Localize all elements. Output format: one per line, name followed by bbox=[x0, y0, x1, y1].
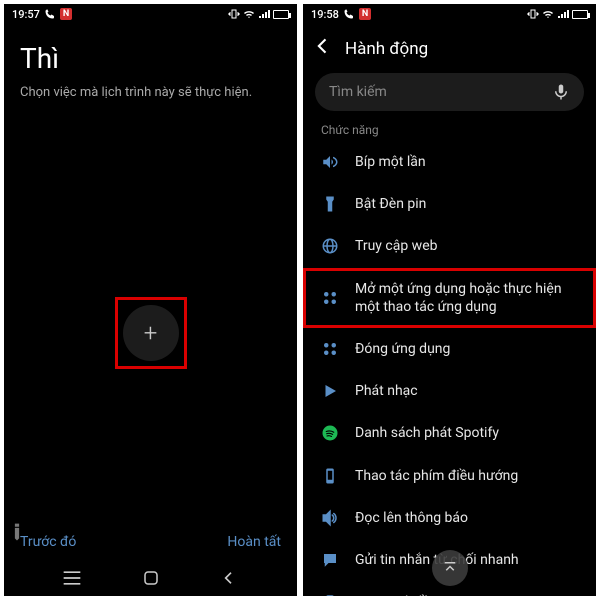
message-icon bbox=[321, 551, 339, 569]
notification-badge: N bbox=[60, 8, 72, 20]
add-action-button[interactable]: + bbox=[123, 305, 179, 361]
notification-badge: N bbox=[359, 8, 371, 20]
action-header: Hành động bbox=[303, 24, 596, 69]
action-item[interactable]: Đọc lên thông báo bbox=[303, 497, 596, 539]
speaker-icon bbox=[321, 153, 339, 171]
action-list: Bíp một lần Bật Đèn pin Truy cập web Mở một… bbox=[303, 141, 596, 596]
page-title: Thì bbox=[20, 42, 281, 75]
apps-icon bbox=[321, 289, 339, 307]
action-label: Bật Đèn pin bbox=[355, 195, 578, 213]
flashlight-icon bbox=[321, 195, 339, 213]
phone-call-icon bbox=[44, 8, 56, 20]
wifi-icon bbox=[243, 8, 255, 20]
action-label: Phát nhạc bbox=[355, 382, 578, 400]
status-bar: 19:57 N bbox=[4, 4, 297, 24]
status-time: 19:57 bbox=[12, 8, 40, 21]
status-bar: 19:58 N bbox=[303, 4, 596, 24]
action-item[interactable]: Bật Đèn pin bbox=[303, 183, 596, 225]
section-label: Chức năng bbox=[303, 117, 596, 141]
status-time: 19:58 bbox=[311, 8, 339, 21]
left-body: + bbox=[4, 108, 297, 524]
back-button[interactable] bbox=[219, 568, 239, 588]
plus-icon: + bbox=[144, 319, 158, 347]
action-item[interactable]: Mở một ứng dụng hoặc thực hiện một thao … bbox=[303, 268, 596, 328]
action-label: Mở một ứng dụng hoặc thực hiện một thao … bbox=[355, 280, 578, 316]
search-placeholder: Tìm kiếm bbox=[329, 84, 387, 100]
recents-button[interactable] bbox=[62, 568, 82, 588]
action-label: Đóng ứng dụng bbox=[355, 340, 578, 358]
globe-icon bbox=[321, 237, 339, 255]
page-subtitle: Chọn việc mà lịch trình này sẽ thực hiện… bbox=[20, 85, 281, 100]
action-item[interactable]: Phát nhạc bbox=[303, 370, 596, 412]
action-label: Truy cập web bbox=[355, 237, 578, 255]
action-label: Đọc lên thông báo bbox=[355, 509, 578, 527]
signal-icon bbox=[258, 8, 270, 20]
battery-icon bbox=[572, 10, 588, 19]
home-button[interactable] bbox=[141, 568, 161, 588]
action-label: Bíp một lần bbox=[355, 153, 578, 171]
done-button[interactable]: Hoàn tất bbox=[227, 534, 281, 550]
search-input[interactable]: Tìm kiếm bbox=[315, 73, 584, 111]
vibrate-status-icon bbox=[527, 8, 539, 20]
wifi-icon bbox=[542, 8, 554, 20]
phone-screen-right: 19:58 N Hành động Tìm kiếm Chức năng Bíp… bbox=[303, 4, 596, 596]
vibrate-icon bbox=[321, 593, 339, 596]
signal-icon bbox=[557, 8, 569, 20]
readaloud-icon bbox=[321, 509, 339, 527]
vibrate-status-icon bbox=[228, 8, 240, 20]
phone-icon bbox=[321, 467, 339, 485]
previous-button[interactable]: Trước đó bbox=[20, 534, 76, 550]
bottom-actions: Trước đó Hoàn tất bbox=[4, 524, 297, 560]
back-icon[interactable] bbox=[313, 36, 333, 61]
action-label: Rung một lần bbox=[355, 593, 578, 596]
android-navbar bbox=[4, 560, 297, 596]
phone-screen-left: 19:57 N Thì Chọn việc mà lịch trình này … bbox=[4, 4, 297, 596]
header-title: Hành động bbox=[345, 39, 428, 59]
action-item[interactable]: Bíp một lần bbox=[303, 141, 596, 183]
action-label: Thao tác phím điều hướng bbox=[355, 467, 578, 485]
apps-icon bbox=[321, 340, 339, 358]
action-item[interactable]: Đóng ứng dụng bbox=[303, 328, 596, 370]
action-label: Danh sách phát Spotify bbox=[355, 424, 578, 442]
phone-call-icon bbox=[343, 8, 355, 20]
action-item[interactable]: Danh sách phát Spotify bbox=[303, 412, 596, 454]
left-header: Thì Chọn việc mà lịch trình này sẽ thực … bbox=[4, 24, 297, 108]
spotify-icon bbox=[321, 424, 339, 442]
action-item[interactable]: Truy cập web bbox=[303, 225, 596, 267]
play-icon bbox=[321, 382, 339, 400]
action-item[interactable]: Thao tác phím điều hướng bbox=[303, 455, 596, 497]
mic-icon[interactable] bbox=[552, 83, 570, 101]
battery-icon bbox=[273, 10, 289, 19]
scroll-top-button[interactable] bbox=[432, 550, 468, 586]
